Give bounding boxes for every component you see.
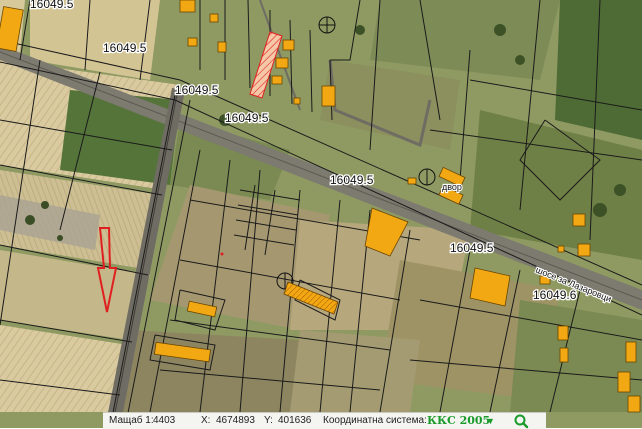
building xyxy=(282,39,295,51)
location-dot xyxy=(220,252,224,256)
building xyxy=(557,325,569,341)
scale-value: 4403 xyxy=(153,415,176,426)
building xyxy=(293,97,301,105)
building xyxy=(209,13,219,23)
building xyxy=(625,341,637,363)
parcel-label: 16049.5 xyxy=(103,41,147,55)
building xyxy=(557,245,565,253)
building xyxy=(577,243,591,257)
building xyxy=(187,37,198,47)
building xyxy=(572,213,586,227)
parcel-label: 16049.5 xyxy=(225,111,269,125)
crs-dropdown-icon[interactable]: ▼ xyxy=(486,416,495,426)
search-icon[interactable] xyxy=(511,413,531,429)
building xyxy=(321,85,336,107)
aerial-imagery xyxy=(0,0,642,428)
y-coord-value: 401636 xyxy=(278,415,312,426)
building xyxy=(275,57,289,69)
parcel-label: 16049.5 xyxy=(175,83,219,97)
parcel-label: 16049.5 xyxy=(330,173,374,187)
x-coord-value: 4674893 xyxy=(216,415,255,426)
parcel-label: 16049.6 xyxy=(533,288,577,302)
building xyxy=(271,75,283,85)
building xyxy=(559,347,569,363)
status-bar: Мащаб 1: 4403 X: 4674893 Y: 401636 Коорд… xyxy=(103,412,546,429)
scale-label: Мащаб 1: xyxy=(109,415,154,426)
x-coord-label: X: xyxy=(201,415,211,426)
parcel-label: 16049.5 xyxy=(450,241,494,255)
building xyxy=(217,41,227,53)
cadastral-map[interactable]: 16049.5 16049.5 16049.5 16049.5 16049.5 … xyxy=(0,0,642,428)
crs-value[interactable]: ККС 2005 xyxy=(427,414,490,427)
building xyxy=(407,177,417,185)
area-label: двор xyxy=(442,182,462,192)
crs-label: Координатна система: xyxy=(323,415,427,426)
y-coord-label: Y: xyxy=(264,415,273,426)
building xyxy=(179,0,196,13)
parcel-label: 16049.5 xyxy=(30,0,74,11)
building xyxy=(617,371,631,393)
building xyxy=(627,395,641,413)
